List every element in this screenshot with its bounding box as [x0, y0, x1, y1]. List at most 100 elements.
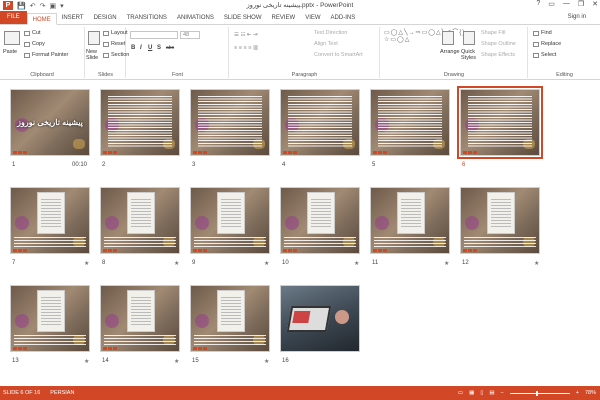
font-name-field[interactable]: [130, 31, 178, 39]
slide-thumbnail-1[interactable]: ﭘیشینه تاریخی نوروز: [10, 89, 90, 156]
new-slide-button[interactable]: New Slide: [86, 49, 102, 61]
select-button[interactable]: Select: [533, 52, 556, 58]
window-title: ﭙیشینه تاریخی نوروز.pptx - PowerPoint: [246, 2, 354, 9]
zoom-slider[interactable]: [509, 390, 570, 396]
slide-thumbnail-15[interactable]: [190, 285, 270, 352]
slide-thumbnail-6[interactable]: [457, 86, 543, 159]
format-painter-button[interactable]: Format Painter: [24, 52, 68, 58]
slideshow-view-icon[interactable]: ▤: [489, 390, 494, 396]
zoom-in-icon[interactable]: +: [576, 390, 579, 396]
slide-thumbnail-11[interactable]: [370, 187, 450, 254]
copy-icon: [24, 41, 30, 47]
new-slide-icon[interactable]: [88, 31, 100, 45]
slides-label: Slides: [98, 72, 113, 78]
laptop-image: [286, 306, 332, 332]
slide-thumbnail-8[interactable]: [100, 187, 180, 254]
arrange-icon[interactable]: [442, 31, 454, 45]
replace-button[interactable]: Replace: [533, 41, 561, 47]
ribbon-display-icon[interactable]: ▭: [548, 0, 555, 8]
alignment-icon[interactable]: ≡ ≡ ≡ ≡ ▥: [234, 45, 258, 51]
reset-button[interactable]: Reset: [103, 41, 125, 47]
align-text-button[interactable]: Align Text: [314, 41, 338, 47]
slide-number: 1: [12, 162, 16, 168]
zoom-level[interactable]: 78%: [585, 390, 596, 396]
sign-in-link[interactable]: Sign in: [568, 14, 586, 20]
slide-number: 5: [372, 162, 376, 168]
font-size-field[interactable]: 48: [180, 31, 200, 39]
italic-button[interactable]: I: [140, 45, 142, 51]
convert-smartart-button[interactable]: Convert to SmartArt: [314, 52, 363, 58]
slides-group: New Slide Layout Reset Section Slides: [86, 27, 129, 78]
tab-view[interactable]: VIEW: [300, 12, 325, 24]
slide-number: 13: [12, 358, 19, 364]
tab-design[interactable]: DESIGN: [89, 12, 122, 24]
clipboard-group: Paste Cut Copy Format Painter Clipboard: [0, 27, 85, 78]
reading-view-icon[interactable]: ▯: [480, 390, 483, 396]
tab-slide-show[interactable]: SLIDE SHOW: [219, 12, 267, 24]
section-button[interactable]: Section: [103, 52, 129, 58]
copy-button[interactable]: Copy: [24, 41, 45, 47]
slide-thumbnail-16[interactable]: [280, 285, 360, 352]
select-icon: [533, 52, 539, 58]
section-icon: [103, 52, 109, 58]
shape-outline-button[interactable]: Shape Outline: [481, 41, 516, 47]
slide-number: 16: [282, 358, 289, 364]
status-bar: SLIDE 6 OF 16 PERSIAN ▭ ▦ ▯ ▤ − + 78%: [0, 386, 600, 400]
paste-icon[interactable]: [4, 31, 20, 45]
arrange-button[interactable]: Arrange: [440, 49, 460, 55]
animation-star-icon: ★: [534, 261, 540, 267]
tab-review[interactable]: REVIEW: [267, 12, 301, 24]
title-bar: P 💾 ↶ ↷ ▣ ▾ ﭙیشینه تاریخی نوروز.pptx - P…: [0, 0, 600, 11]
slide-counter: SLIDE 6 OF 16: [3, 390, 41, 396]
slide-number: 4: [282, 162, 286, 168]
shapes-gallery[interactable]: ▭◯△╲→⇨▭◯△╲↗⌒{}☆▭◯△: [384, 30, 464, 44]
slide-thumbnail-7[interactable]: [10, 187, 90, 254]
quick-styles-button[interactable]: Quick Styles: [461, 49, 479, 61]
slide-thumbnail-12[interactable]: [460, 187, 540, 254]
slide-thumbnail-4[interactable]: [280, 89, 360, 156]
minimize-button[interactable]: —: [563, 0, 570, 8]
shape-fill-button[interactable]: Shape Fill: [481, 30, 505, 36]
strikethrough-button[interactable]: abc: [166, 45, 174, 51]
tab-file[interactable]: FILE: [0, 11, 27, 24]
brush-icon: [24, 52, 30, 58]
slide-thumbnail-2[interactable]: [100, 89, 180, 156]
close-button[interactable]: ✕: [592, 0, 598, 8]
bullets-icon[interactable]: ☰ ☷ ⇤ ⇥: [234, 32, 258, 38]
slide-thumbnail-10[interactable]: [280, 187, 360, 254]
language-indicator[interactable]: PERSIAN: [50, 390, 74, 396]
slide-number: 10: [282, 260, 289, 266]
slide-thumbnail-3[interactable]: [190, 89, 270, 156]
slide-thumbnail-13[interactable]: [10, 285, 90, 352]
tab-transitions[interactable]: TRANSITIONS: [122, 12, 172, 24]
slide-1-title: ﭘیشینه تاریخی نوروز: [17, 118, 83, 127]
paste-button[interactable]: Paste: [3, 49, 17, 55]
layout-button[interactable]: Layout: [103, 30, 128, 36]
tab-animations[interactable]: ANIMATIONS: [172, 12, 219, 24]
slide-thumbnail-9[interactable]: [190, 187, 270, 254]
underline-button[interactable]: U: [148, 45, 152, 51]
animation-star-icon: ★: [264, 261, 270, 267]
slide-sorter-view-icon[interactable]: ▦: [469, 390, 474, 396]
text-direction-button[interactable]: Text Direction: [314, 30, 347, 36]
normal-view-icon[interactable]: ▭: [458, 390, 463, 396]
tab-home[interactable]: HOME: [26, 13, 57, 25]
restore-button[interactable]: ❐: [578, 0, 584, 8]
bold-button[interactable]: B: [131, 45, 135, 51]
ribbon-tabs: FILE HOME INSERT DESIGN TRANSITIONS ANIM…: [0, 11, 600, 25]
slide-sorter: ﭘیشینه تاریخی نوروز 1 00:10 2 3 4 5 6 7 …: [0, 81, 600, 386]
find-button[interactable]: Find: [533, 30, 552, 36]
help-icon[interactable]: ?: [536, 0, 540, 8]
slide-thumbnail-5[interactable]: [370, 89, 450, 156]
slide-number: 3: [192, 162, 196, 168]
zoom-out-icon[interactable]: −: [501, 390, 504, 396]
replace-icon: [533, 41, 539, 47]
shape-effects-button[interactable]: Shape Effects: [481, 52, 515, 58]
quick-styles-icon[interactable]: [463, 31, 475, 45]
slide-thumbnail-14[interactable]: [100, 285, 180, 352]
font-label: Font: [171, 72, 183, 78]
tab-insert[interactable]: INSERT: [57, 12, 89, 24]
tab-add-ins[interactable]: ADD-INS: [326, 12, 361, 24]
cut-button[interactable]: Cut: [24, 30, 41, 36]
shadow-button[interactable]: S: [157, 45, 161, 51]
